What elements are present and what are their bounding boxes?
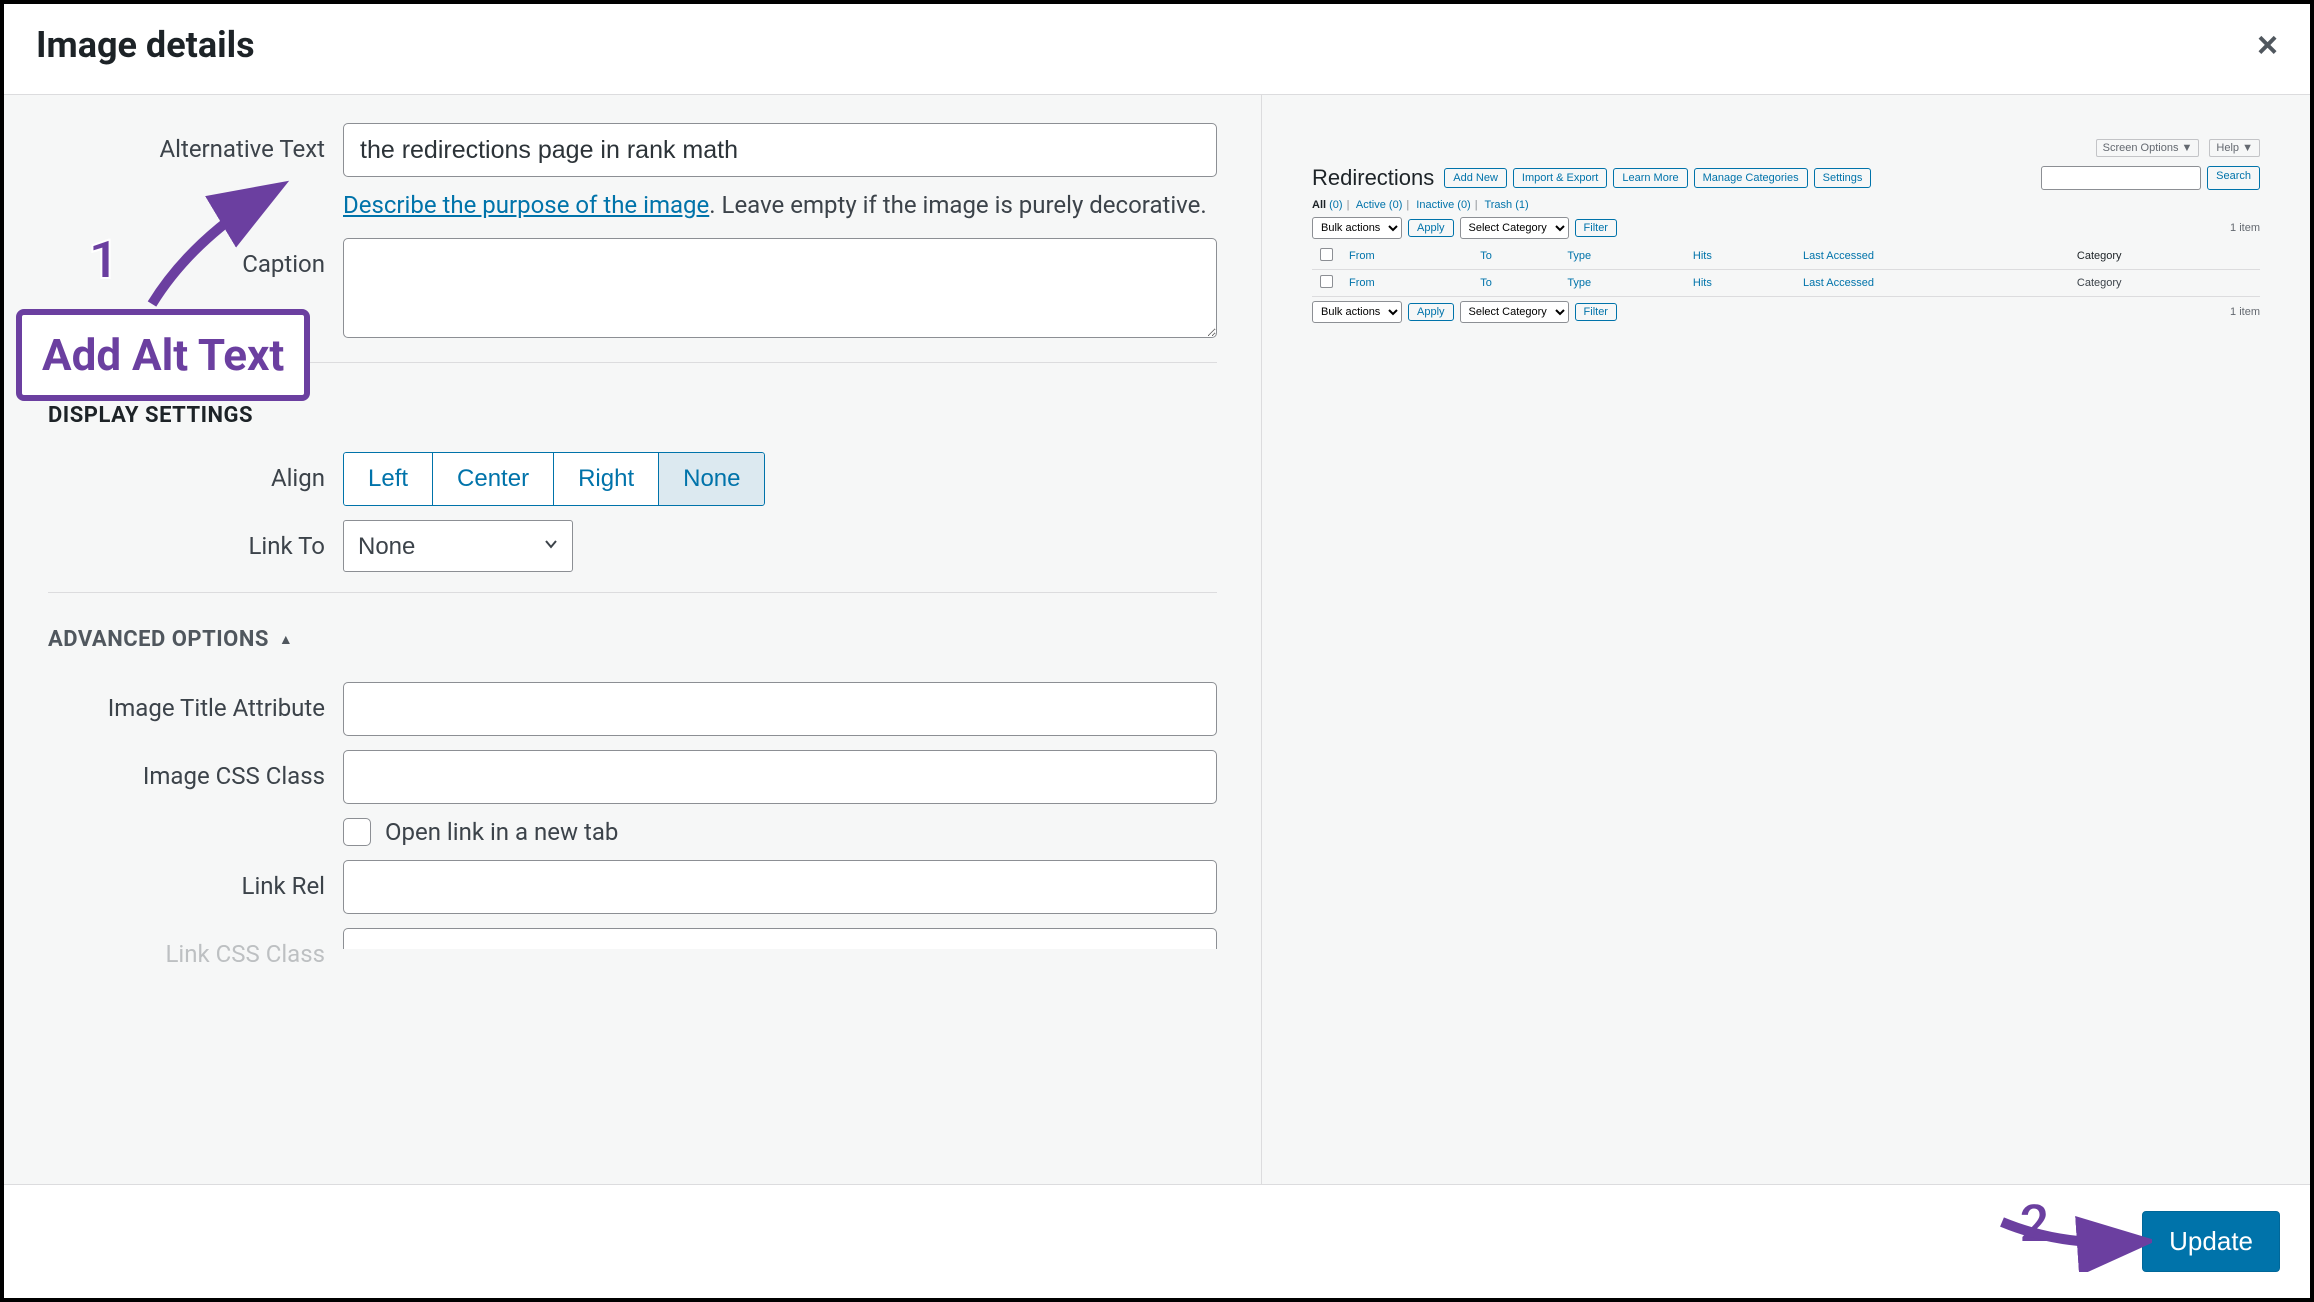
preview-col-category: Category: [2069, 243, 2260, 270]
image-preview-panel: Screen Options ▼ Help ▼ Redirections Add…: [1262, 95, 2310, 1184]
preview-checkbox-all-bottom[interactable]: [1320, 275, 1333, 288]
open-new-tab-checkbox[interactable]: [343, 818, 371, 846]
preview-filter-top[interactable]: Filter: [1575, 219, 1617, 237]
describe-purpose-link[interactable]: Describe the purpose of the image: [343, 191, 709, 219]
preview-help[interactable]: Help ▼: [2209, 139, 2260, 157]
preview-title: Redirections: [1312, 165, 1434, 191]
preview-settings[interactable]: Settings: [1814, 168, 1872, 188]
caption-input[interactable]: [343, 238, 1217, 338]
preview-col-type[interactable]: Type: [1559, 243, 1685, 270]
preview-learn-more[interactable]: Learn More: [1613, 168, 1687, 188]
preview-add-new[interactable]: Add New: [1444, 168, 1507, 188]
preview-import-export[interactable]: Import & Export: [1513, 168, 1607, 188]
preview-bulk-actions-bottom[interactable]: Bulk actions: [1312, 301, 1402, 323]
annotation-callout-add-alt-text: Add Alt Text: [16, 309, 310, 401]
preview-foot-type[interactable]: Type: [1567, 277, 1591, 289]
align-label: Align: [48, 452, 343, 492]
preview-foot-hits[interactable]: Hits: [1693, 277, 1712, 289]
preview-screen-options[interactable]: Screen Options ▼: [2096, 139, 2200, 157]
link-to-label: Link To: [48, 520, 343, 560]
alt-text-helper: Describe the purpose of the image. Leave…: [343, 187, 1217, 224]
preview-search-button[interactable]: Search: [2207, 166, 2260, 190]
link-css-label-partial: Link CSS Class: [48, 928, 343, 968]
advanced-options-toggle[interactable]: ADVANCED OPTIONS ▲: [48, 627, 293, 652]
preview-items-count-top: 1 item: [2230, 222, 2260, 234]
display-settings-heading: DISPLAY SETTINGS: [48, 403, 1217, 428]
preview-foot-category: Category: [2069, 270, 2260, 297]
annotation-number-2: 2: [2019, 1193, 2050, 1256]
link-to-select[interactable]: None: [343, 520, 573, 572]
preview-apply-bottom[interactable]: Apply: [1408, 303, 1454, 321]
open-new-tab-label: Open link in a new tab: [385, 818, 618, 846]
link-rel-label: Link Rel: [48, 860, 343, 900]
preview-col-from[interactable]: From: [1341, 243, 1472, 270]
link-rel-input[interactable]: [343, 860, 1217, 914]
preview-filter-links: All (0)| Active (0)| Inactive (0)| Trash…: [1312, 199, 2260, 211]
preview-search-input[interactable]: [2041, 166, 2201, 190]
annotation-number-1: 1: [88, 229, 119, 292]
preview-checkbox-all-top[interactable]: [1320, 248, 1333, 261]
image-title-label: Image Title Attribute: [48, 682, 343, 722]
preview-select-category-top[interactable]: Select Category: [1460, 217, 1569, 239]
preview-table: From To Type Hits Last Accessed Category: [1312, 243, 2260, 297]
preview-select-category-bottom[interactable]: Select Category: [1460, 301, 1569, 323]
preview-bulk-actions-top[interactable]: Bulk actions: [1312, 217, 1402, 239]
image-title-input[interactable]: [343, 682, 1217, 736]
preview-filter-active[interactable]: Active: [1356, 199, 1386, 211]
close-button[interactable]: ×: [2257, 24, 2278, 66]
align-left-button[interactable]: Left: [343, 452, 433, 506]
triangle-up-icon: ▲: [279, 631, 293, 648]
link-css-input[interactable]: [343, 928, 1217, 949]
preview-foot-from[interactable]: From: [1349, 277, 1375, 289]
image-css-input[interactable]: [343, 750, 1217, 804]
preview-col-hits[interactable]: Hits: [1685, 243, 1795, 270]
preview-apply-top[interactable]: Apply: [1408, 219, 1454, 237]
preview-manage-categories[interactable]: Manage Categories: [1694, 168, 1808, 188]
alt-text-input[interactable]: [343, 123, 1217, 177]
image-settings-panel: Alternative Text Describe the purpose of…: [4, 95, 1262, 1184]
preview-foot-to[interactable]: To: [1480, 277, 1492, 289]
modal-title: Image details: [36, 24, 255, 66]
image-css-label: Image CSS Class: [48, 750, 343, 790]
preview-filter-inactive[interactable]: Inactive: [1416, 199, 1454, 211]
align-none-button[interactable]: None: [658, 452, 765, 506]
preview-col-to[interactable]: To: [1472, 243, 1559, 270]
align-center-button[interactable]: Center: [432, 452, 554, 506]
preview-items-count-bottom: 1 item: [2230, 306, 2260, 318]
preview-foot-last-accessed[interactable]: Last Accessed: [1803, 277, 1874, 289]
preview-col-last-accessed[interactable]: Last Accessed: [1795, 243, 2069, 270]
open-new-tab-row[interactable]: Open link in a new tab: [343, 818, 1217, 846]
align-button-group: Left Center Right None: [343, 452, 765, 506]
preview-filter-bottom[interactable]: Filter: [1575, 303, 1617, 321]
preview-filter-trash[interactable]: Trash: [1484, 199, 1512, 211]
update-button[interactable]: Update: [2142, 1211, 2280, 1272]
image-preview: Screen Options ▼ Help ▼ Redirections Add…: [1306, 133, 2266, 333]
alt-text-label: Alternative Text: [48, 123, 343, 163]
alt-helper-tail: . Leave empty if the image is purely dec…: [709, 191, 1206, 219]
align-right-button[interactable]: Right: [553, 452, 659, 506]
